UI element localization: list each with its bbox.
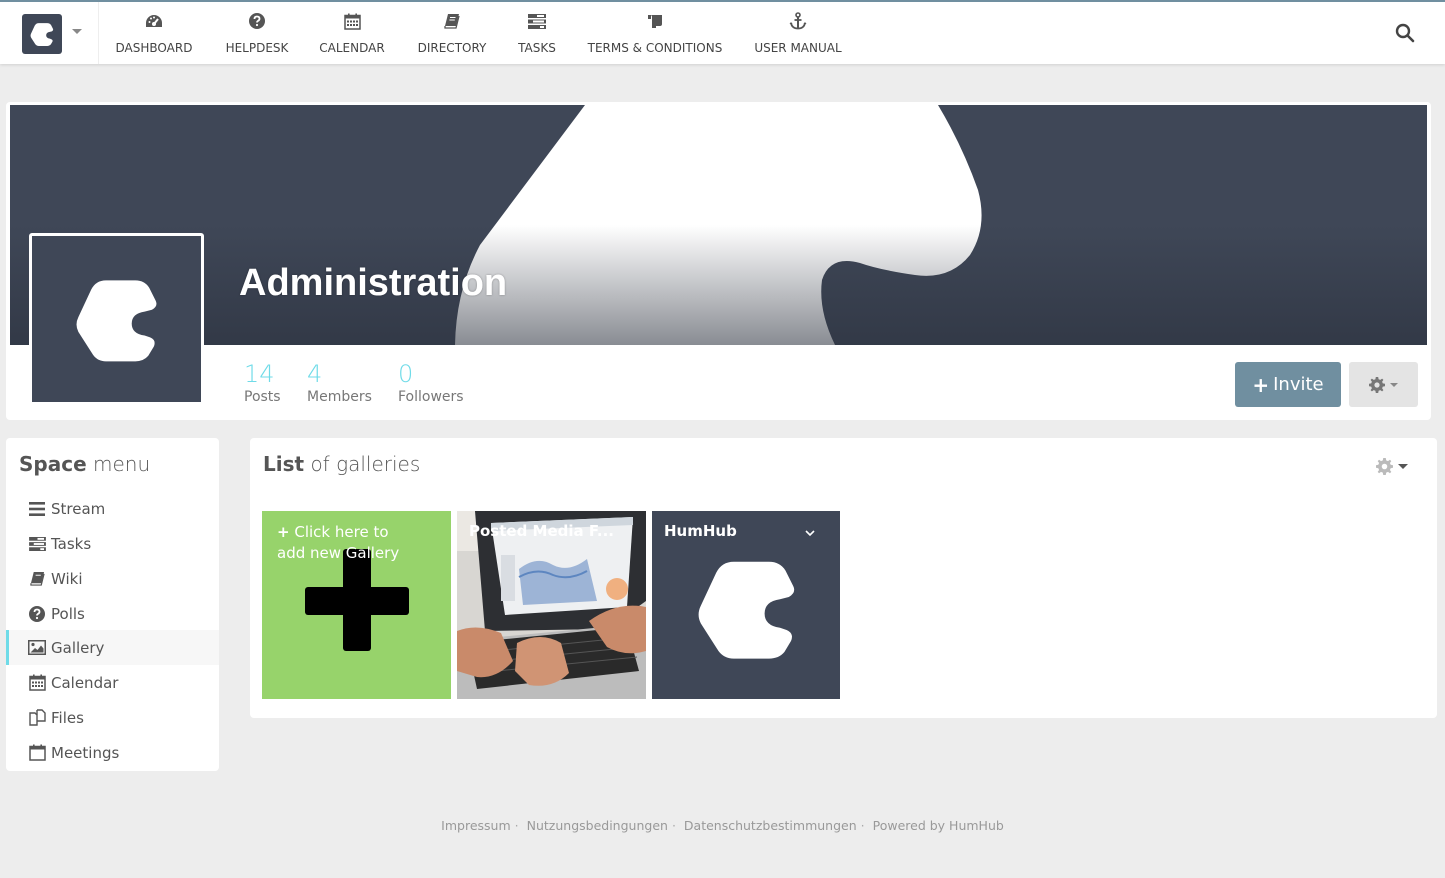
stat-label: Followers: [398, 389, 464, 405]
sidebar-item-wiki[interactable]: Wiki: [6, 561, 219, 596]
logo-dropdown-caret[interactable]: [72, 29, 82, 34]
search-button[interactable]: [1395, 23, 1415, 43]
nav-label: USER MANUAL: [754, 41, 842, 55]
chevron-down-icon: [1398, 464, 1408, 469]
add-gallery-text: + Click here to add new Gallery: [277, 523, 400, 562]
sidebar-item-polls[interactable]: Polls: [6, 596, 219, 631]
sidebar-item-label: Tasks: [51, 534, 92, 553]
nav-label: CALENDAR: [319, 41, 385, 55]
gallery-caption: Posted Media F...: [469, 522, 614, 540]
calendar-icon: [28, 674, 46, 692]
search-icon: [1395, 23, 1415, 43]
banner-gradient: [10, 225, 1427, 345]
bars-icon: [28, 500, 46, 518]
space-settings-button[interactable]: [1349, 362, 1418, 407]
nav-label: TASKS: [518, 41, 556, 55]
image-icon: [28, 639, 46, 657]
invite-label: Invite: [1273, 374, 1324, 395]
space-header: Administration 14 Posts 4 Members 0 Foll…: [6, 102, 1431, 420]
add-gallery-tile[interactable]: + Click here to add new Gallery: [262, 511, 451, 699]
humhub-logo-icon: [76, 280, 156, 362]
gallery-tile-humhub[interactable]: HumHub: [652, 511, 840, 699]
gallery-list-title: List of galleries: [263, 452, 421, 476]
humhub-logo[interactable]: [22, 14, 62, 54]
stat-value: 14: [244, 360, 275, 388]
question-circle-icon: [249, 12, 265, 30]
sidebar-item-calendar[interactable]: Calendar: [6, 665, 219, 700]
sidebar-item-label: Files: [51, 708, 84, 727]
files-icon: [28, 709, 46, 727]
sidebar-item-tasks[interactable]: Tasks: [6, 526, 219, 561]
gallery-tile-posted-media[interactable]: Posted Media F...: [457, 511, 646, 699]
sidebar-item-label: Wiki: [51, 569, 83, 588]
gallery-list-panel: List of galleries + Click here to add new…: [250, 438, 1437, 718]
top-navigation-bar: DASHBOARD HELPDESK CALENDAR DIRECTORY TA…: [0, 0, 1445, 64]
tasks-icon: [28, 535, 46, 553]
book-icon: [28, 570, 46, 588]
sidebar-item-label: Gallery: [51, 638, 105, 657]
stat-posts[interactable]: 14 Posts: [244, 360, 281, 405]
calendar-icon: [343, 12, 361, 30]
stat-label: Posts: [244, 389, 281, 405]
invite-button[interactable]: + Invite: [1235, 362, 1341, 407]
nav-calendar[interactable]: CALENDAR: [316, 2, 388, 64]
dashboard-icon: [145, 12, 163, 30]
space-title: Administration: [239, 262, 508, 304]
gallery-caption: HumHub: [664, 522, 737, 540]
gear-icon: [1369, 376, 1385, 393]
stat-label: Members: [307, 389, 372, 405]
space-menu-panel: Space menu Stream Tasks Wiki Polls Galle…: [6, 438, 219, 771]
book-icon: [444, 12, 460, 30]
calendar-blank-icon: [28, 744, 46, 762]
footer: Impressum · Nutzungsbedingungen · Datensch…: [441, 818, 1004, 833]
stat-members[interactable]: 4 Members: [307, 360, 372, 405]
sidebar-item-label: Calendar: [51, 673, 119, 692]
stat-value: 4: [307, 360, 323, 388]
nav-label: DASHBOARD: [115, 41, 193, 55]
gallery-settings-button[interactable]: [1376, 458, 1408, 475]
chevron-down-icon[interactable]: [804, 529, 816, 537]
nav-dashboard[interactable]: DASHBOARD: [114, 2, 194, 64]
space-banner: Administration: [10, 105, 1427, 345]
chevron-down-icon: [1390, 382, 1398, 387]
sidebar-item-meetings[interactable]: Meetings: [6, 735, 219, 770]
stat-value: 0: [398, 360, 414, 388]
nav-divider: [98, 2, 99, 64]
sidebar-item-stream[interactable]: Stream: [6, 491, 219, 526]
space-avatar[interactable]: [29, 233, 204, 405]
space-menu-title: Space menu: [19, 452, 151, 476]
sidebar-item-label: Stream: [51, 499, 106, 518]
nav-label: DIRECTORY: [417, 41, 487, 55]
gear-icon: [1376, 458, 1393, 475]
nav-helpdesk[interactable]: HELPDESK: [222, 2, 292, 64]
footer-link-impressum[interactable]: Impressum: [441, 818, 510, 833]
sidebar-item-label: Polls: [51, 604, 85, 623]
footer-link-powered-by[interactable]: Powered by HumHub: [873, 818, 1004, 833]
sidebar-item-label: Meetings: [51, 743, 120, 762]
stat-followers[interactable]: 0 Followers: [398, 360, 464, 405]
anchor-icon: [789, 12, 807, 30]
plus-icon: +: [1252, 372, 1270, 397]
sidebar-item-gallery[interactable]: Gallery: [6, 630, 219, 665]
question-circle-icon: [28, 605, 46, 623]
tasks-icon: [528, 12, 546, 30]
nav-terms-and-conditions[interactable]: TERMS & CONDITIONS: [584, 2, 726, 64]
footer-link-privacy[interactable]: Datenschutzbestimmungen: [684, 818, 857, 833]
nav-directory[interactable]: DIRECTORY: [414, 2, 490, 64]
nav-label: HELPDESK: [225, 41, 289, 55]
nav-tasks[interactable]: TASKS: [514, 2, 560, 64]
sidebar-item-files[interactable]: Files: [6, 700, 219, 735]
scroll-icon: [647, 12, 663, 30]
footer-link-terms[interactable]: Nutzungsbedingungen: [527, 818, 668, 833]
plus-icon: +: [277, 523, 290, 541]
humhub-logo-icon: [30, 23, 54, 46]
nav-user-manual[interactable]: USER MANUAL: [750, 2, 846, 64]
humhub-logo-icon: [698, 561, 795, 659]
nav-label: TERMS & CONDITIONS: [587, 41, 723, 55]
